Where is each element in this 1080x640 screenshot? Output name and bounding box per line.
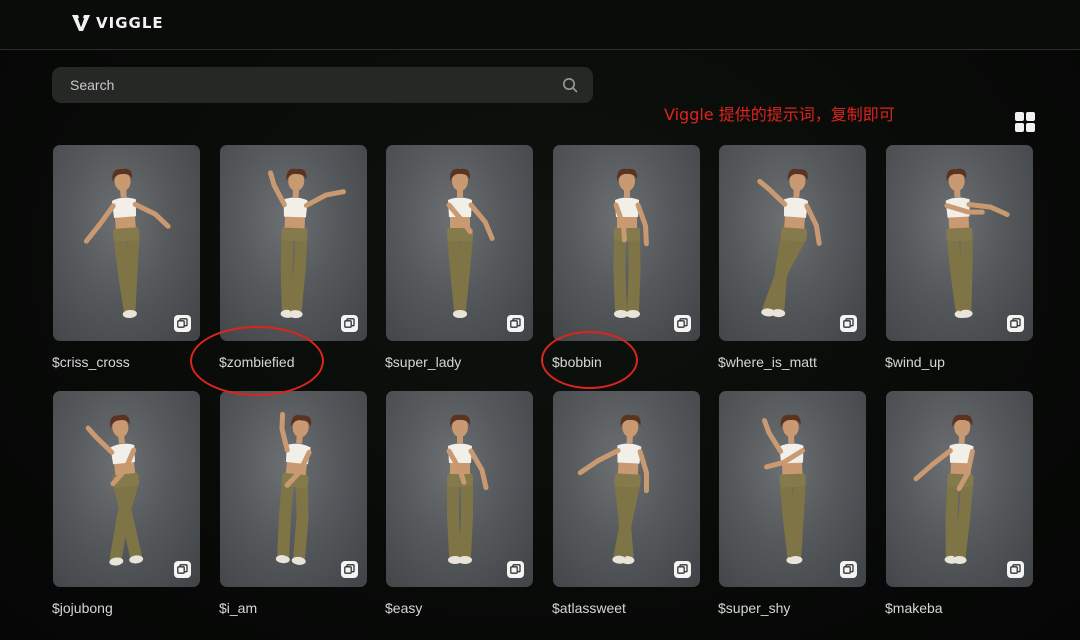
template-label[interactable]: $easy bbox=[385, 600, 422, 616]
template-preview-image bbox=[613, 168, 649, 318]
template-preview-image bbox=[762, 414, 806, 565]
template-card[interactable] bbox=[220, 145, 367, 341]
logo-text: VIGGLE bbox=[96, 14, 164, 32]
template-card[interactable] bbox=[386, 145, 533, 341]
copy-icon[interactable] bbox=[674, 561, 691, 578]
template-label[interactable]: $makeba bbox=[885, 600, 943, 616]
template-preview-image bbox=[85, 414, 144, 566]
copy-icon[interactable] bbox=[341, 561, 358, 578]
template-label[interactable]: $wind_up bbox=[885, 354, 945, 370]
template-preview-image bbox=[913, 414, 975, 565]
template-card[interactable] bbox=[553, 145, 700, 341]
copy-icon[interactable] bbox=[840, 561, 857, 578]
template-label[interactable]: $atlassweet bbox=[552, 600, 626, 616]
search-bar[interactable] bbox=[52, 67, 593, 103]
template-card[interactable] bbox=[886, 145, 1033, 341]
search-input[interactable] bbox=[70, 77, 561, 93]
grid-view-icon[interactable] bbox=[1015, 112, 1036, 133]
template-preview-image bbox=[757, 168, 822, 318]
template-preview-image bbox=[446, 414, 489, 564]
viggle-logo-icon bbox=[72, 15, 90, 31]
template-card[interactable] bbox=[386, 391, 533, 587]
copy-icon[interactable] bbox=[341, 315, 358, 332]
copy-icon[interactable] bbox=[840, 315, 857, 332]
highlight-circle-bobbin bbox=[541, 331, 638, 389]
copy-icon[interactable] bbox=[507, 561, 524, 578]
copy-icon[interactable] bbox=[507, 315, 524, 332]
template-preview-image bbox=[944, 168, 1010, 319]
template-preview-image bbox=[268, 168, 346, 319]
template-label[interactable]: $where_is_matt bbox=[718, 354, 817, 370]
copy-icon[interactable] bbox=[1007, 315, 1024, 332]
annotation-text: Viggle 提供的提示词，复制即可 bbox=[664, 105, 895, 124]
template-preview-image bbox=[446, 168, 495, 318]
copy-icon[interactable] bbox=[174, 561, 191, 578]
top-bar: VIGGLE bbox=[0, 0, 1080, 50]
template-preview-image bbox=[83, 168, 171, 318]
template-label[interactable]: $jojubong bbox=[52, 600, 113, 616]
template-preview-image bbox=[275, 411, 312, 565]
template-card[interactable] bbox=[220, 391, 367, 587]
template-card[interactable] bbox=[53, 145, 200, 341]
template-card[interactable] bbox=[719, 391, 866, 587]
copy-icon[interactable] bbox=[174, 315, 191, 332]
highlight-circle-zombiefied bbox=[190, 326, 324, 396]
template-preview-image bbox=[577, 414, 649, 565]
template-card[interactable] bbox=[719, 145, 866, 341]
viggle-logo[interactable]: VIGGLE bbox=[72, 13, 164, 33]
template-card[interactable] bbox=[53, 391, 200, 587]
template-label[interactable]: $i_am bbox=[219, 600, 257, 616]
template-label[interactable]: $criss_cross bbox=[52, 354, 130, 370]
template-card[interactable] bbox=[886, 391, 1033, 587]
copy-icon[interactable] bbox=[674, 315, 691, 332]
search-icon[interactable] bbox=[561, 76, 579, 94]
template-label[interactable]: $super_lady bbox=[385, 354, 461, 370]
template-card[interactable] bbox=[553, 391, 700, 587]
copy-icon[interactable] bbox=[1007, 561, 1024, 578]
template-label[interactable]: $super_shy bbox=[718, 600, 790, 616]
